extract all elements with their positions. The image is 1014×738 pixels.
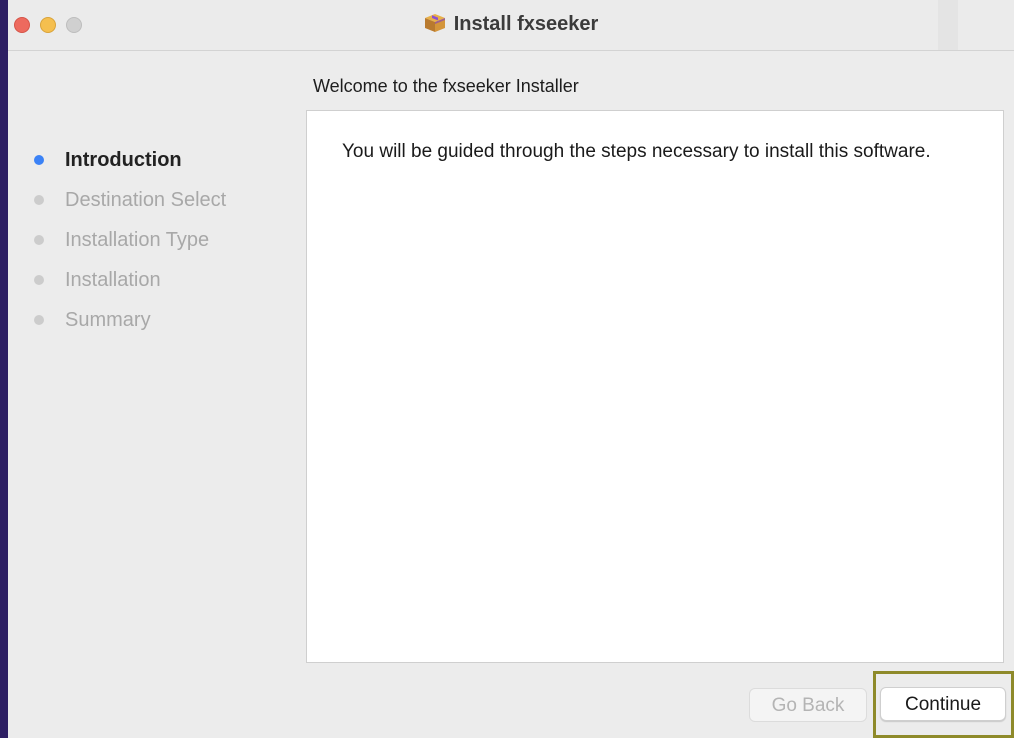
step-destination-select: Destination Select — [34, 186, 226, 226]
window-title: Install fxseeker — [8, 13, 1014, 36]
step-label: Installation Type — [65, 229, 210, 251]
step-installation: Installation — [34, 266, 226, 306]
step-label: Introduction — [65, 149, 182, 171]
step-installation-type: Installation Type — [34, 226, 226, 266]
continue-button[interactable]: Continue — [880, 687, 1006, 721]
installer-steps: Introduction Destination Select Installa… — [34, 146, 226, 346]
step-indicator-icon — [34, 275, 44, 285]
step-indicator-icon — [34, 195, 44, 205]
step-summary: Summary — [34, 306, 226, 346]
step-indicator-icon — [34, 315, 44, 325]
content-panel: You will be guided through the steps nec… — [306, 110, 1004, 663]
step-indicator-icon — [34, 155, 44, 165]
title-bar: Install fxseeker — [8, 0, 1014, 51]
go-back-button[interactable]: Go Back — [749, 688, 867, 722]
installer-window: Install fxseeker Welcome to the fxseeker… — [8, 0, 1014, 738]
step-label: Destination Select — [65, 189, 227, 211]
step-introduction: Introduction — [34, 146, 226, 186]
step-label: Installation — [65, 269, 161, 291]
package-icon — [424, 14, 445, 32]
step-label: Summary — [65, 309, 151, 331]
window-title-text: Install fxseeker — [453, 13, 599, 35]
step-indicator-icon — [34, 235, 44, 245]
installer-subtitle: Welcome to the fxseeker Installer — [313, 76, 579, 96]
introduction-text: You will be guided through the steps nec… — [342, 141, 931, 162]
